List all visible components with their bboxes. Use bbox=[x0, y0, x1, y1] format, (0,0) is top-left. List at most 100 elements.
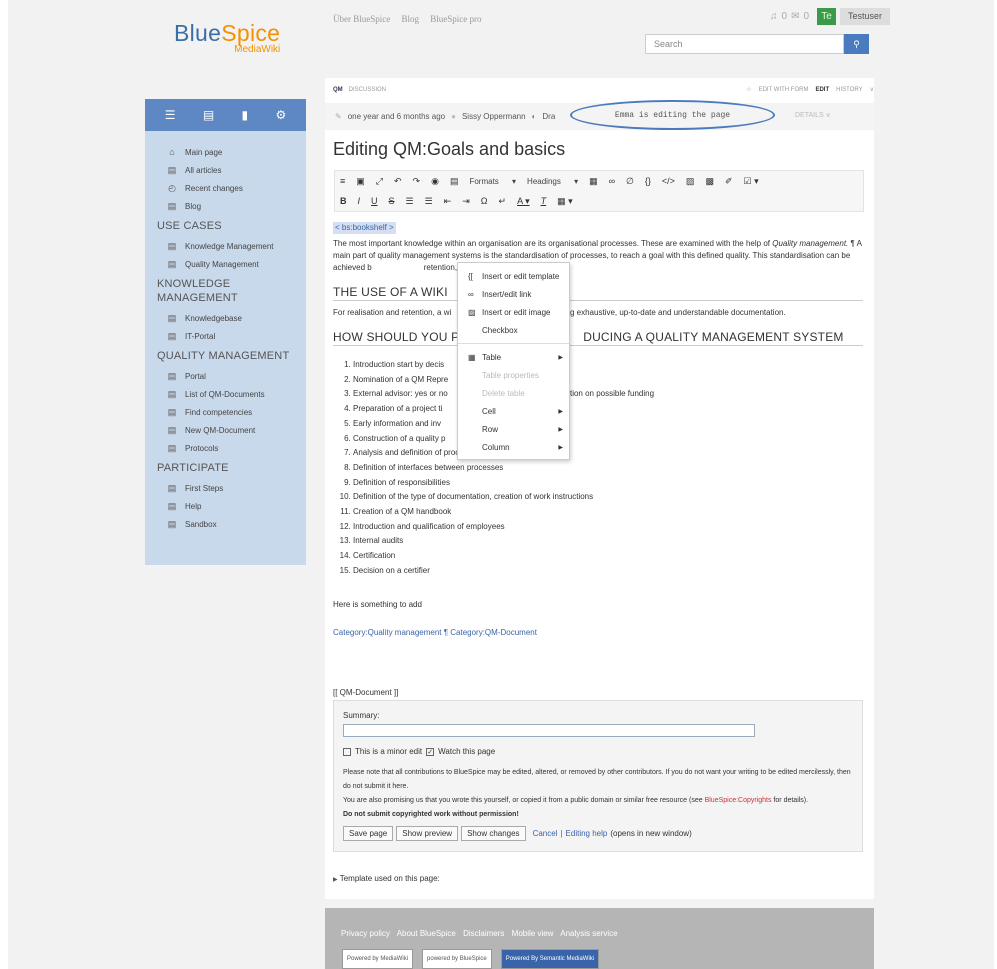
semantic-mediawiki-badge[interactable]: Powered By Semantic MediaWiki bbox=[500, 949, 600, 969]
editor-body[interactable]: < bs:bookshelf > The most important know… bbox=[333, 222, 863, 639]
minor-edit-checkbox[interactable] bbox=[343, 747, 351, 756]
table-icon[interactable]: ▦ ▾ bbox=[557, 196, 573, 207]
save-button[interactable]: Save page bbox=[343, 826, 394, 841]
link-icon[interactable]: ∞ bbox=[609, 176, 615, 186]
numbered-list-icon[interactable]: ☰ bbox=[425, 196, 433, 207]
source-icon[interactable]: ≡ bbox=[340, 176, 345, 186]
topnav-bluespice-pro[interactable]: BlueSpice pro bbox=[430, 14, 481, 24]
sidebar-item[interactable]: ▤ List of QM-Documents bbox=[167, 385, 306, 403]
logo[interactable]: BlueSpice MediaWiki bbox=[174, 20, 280, 55]
checkbox-icon[interactable]: ☑ ▾ bbox=[744, 176, 759, 187]
preview-button[interactable]: Show preview bbox=[396, 826, 459, 841]
cancel-link[interactable]: Cancel bbox=[533, 829, 558, 838]
tab-discussion[interactable]: DISCUSSION bbox=[349, 87, 386, 93]
footer-analysis-link[interactable]: Analysis service bbox=[560, 929, 617, 938]
text-color-icon[interactable]: A ▾ bbox=[517, 196, 530, 207]
username[interactable]: Testuser bbox=[840, 8, 891, 25]
fullscreen-icon[interactable]: ⤢ bbox=[376, 176, 383, 187]
formats-dropdown[interactable]: Formats ▾ bbox=[469, 177, 516, 186]
search-button[interactable]: ⚲ bbox=[844, 34, 869, 54]
bold-icon[interactable]: B bbox=[340, 196, 347, 206]
topnav-blog[interactable]: Blog bbox=[401, 14, 419, 24]
gear-icon[interactable]: ⚙ bbox=[276, 108, 287, 122]
edit-link[interactable]: EDIT bbox=[815, 87, 829, 93]
bluespice-badge[interactable]: powered by BlueSpice bbox=[422, 949, 492, 969]
redo-icon[interactable]: ↷ bbox=[413, 176, 421, 187]
paste-icon[interactable]: ▤ bbox=[450, 176, 459, 187]
sidebar-item[interactable]: ▤ Quality Management bbox=[167, 255, 306, 273]
sidebar-item[interactable]: ◴ Recent changes bbox=[167, 179, 306, 197]
edit-with-form-link[interactable]: EDIT WITH FORM bbox=[759, 87, 809, 93]
status-badge[interactable]: Dra bbox=[542, 112, 555, 121]
line-break-icon[interactable]: ↵ bbox=[499, 196, 507, 207]
sidebar-item[interactable]: ▤ Knowledge Management bbox=[167, 237, 306, 255]
menu-item-cell[interactable]: Cell ▶ bbox=[458, 402, 569, 420]
mail-icon[interactable]: ✉ bbox=[791, 11, 799, 22]
tab-qm[interactable]: QM bbox=[333, 87, 343, 93]
html-icon[interactable]: </> bbox=[662, 176, 675, 186]
history-link[interactable]: HISTORY bbox=[836, 87, 862, 93]
strikethrough-icon[interactable]: S bbox=[389, 196, 395, 206]
last-editor[interactable]: Sissy Oppermann bbox=[462, 112, 526, 121]
book-icon[interactable]: ▮ bbox=[242, 108, 249, 122]
footer-about-link[interactable]: About BlueSpice bbox=[397, 929, 456, 938]
find-icon[interactable]: ◉ bbox=[431, 176, 439, 187]
templates-used-toggle[interactable]: ▶ Template used on this page: bbox=[333, 874, 440, 883]
category-qm-document[interactable]: ¶ Category:QM-Document bbox=[442, 628, 537, 637]
indent-icon[interactable]: ⇥ bbox=[462, 196, 470, 207]
bookshelf-tag[interactable]: < bs:bookshelf > bbox=[333, 222, 396, 234]
menu-item-column[interactable]: Column ▶ bbox=[458, 438, 569, 456]
template-icon[interactable]: ▦ bbox=[589, 176, 598, 187]
menu-icon[interactable]: ☰ bbox=[165, 108, 176, 122]
copyrights-link[interactable]: BlueSpice:Copyrights bbox=[705, 797, 772, 804]
qm-document-template[interactable]: [[ QM-Document ]] bbox=[333, 688, 398, 697]
sidebar-item[interactable]: ▤ Protocols bbox=[167, 439, 306, 457]
image-icon[interactable]: ▨ bbox=[686, 176, 695, 187]
avatar[interactable]: Te bbox=[817, 8, 837, 25]
show-changes-button[interactable]: Show changes bbox=[461, 826, 526, 841]
footer-disclaimers-link[interactable]: Disclaimers bbox=[463, 929, 504, 938]
footer-mobile-link[interactable]: Mobile view bbox=[512, 929, 554, 938]
sidebar-item[interactable]: ▤ First Steps bbox=[167, 479, 306, 497]
save-icon[interactable]: ▣ bbox=[356, 176, 365, 187]
clipboard-icon[interactable]: ▤ bbox=[203, 108, 214, 122]
media-icon[interactable]: ▩ bbox=[705, 176, 714, 187]
menu-item-insert-link[interactable]: ∞ Insert/edit link bbox=[458, 285, 569, 303]
outdent-icon[interactable]: ⇤ bbox=[444, 196, 452, 207]
italic-icon[interactable]: I bbox=[358, 196, 361, 206]
sidebar-item[interactable]: ▤ All articles bbox=[167, 161, 306, 179]
sidebar-item[interactable]: ▤ Knowledgebase bbox=[167, 309, 306, 327]
chevron-down-icon[interactable]: ∨ bbox=[870, 87, 874, 93]
sidebar-item[interactable]: ▤ Blog bbox=[167, 197, 306, 215]
bell-icon[interactable]: ♫ bbox=[770, 11, 778, 22]
underline-icon[interactable]: U bbox=[371, 196, 378, 206]
category-quality-management[interactable]: Category:Quality management bbox=[333, 628, 442, 637]
menu-item-table[interactable]: ▦ Table ▶ bbox=[458, 348, 569, 366]
last-edited-time[interactable]: one year and 6 months ago bbox=[348, 112, 445, 121]
menu-item-checkbox[interactable]: Checkbox bbox=[458, 321, 569, 339]
special-char-icon[interactable]: Ω bbox=[481, 196, 488, 206]
bullet-list-icon[interactable]: ☰ bbox=[406, 196, 414, 207]
footer-privacy-link[interactable]: Privacy policy bbox=[341, 929, 390, 938]
sidebar-item[interactable]: ▤ Portal bbox=[167, 367, 306, 385]
clear-format-icon[interactable]: T bbox=[541, 196, 547, 206]
watch-page-checkbox[interactable]: ✓ bbox=[426, 747, 435, 756]
search-input[interactable]: Search bbox=[645, 34, 844, 54]
summary-input[interactable] bbox=[343, 724, 755, 737]
menu-item-insert-image[interactable]: ▨ Insert or edit image bbox=[458, 303, 569, 321]
sidebar-item[interactable]: ▤ Sandbox bbox=[167, 515, 306, 533]
unlink-icon[interactable]: ∅ bbox=[626, 176, 634, 187]
editing-help-link[interactable]: Editing help bbox=[566, 829, 608, 838]
menu-item-insert-template[interactable]: {[Insert or edit template bbox=[458, 267, 569, 285]
code-icon[interactable]: {} bbox=[645, 176, 651, 186]
menu-item-row[interactable]: Row ▶ bbox=[458, 420, 569, 438]
brush-icon[interactable]: ✐ bbox=[725, 176, 733, 187]
star-icon[interactable]: ☆ bbox=[746, 87, 751, 93]
sidebar-item[interactable]: ▤ IT-Portal bbox=[167, 327, 306, 345]
sidebar-item[interactable]: ▤ Help bbox=[167, 497, 306, 515]
mediawiki-badge[interactable]: Powered by MediaWiki bbox=[342, 949, 414, 969]
details-toggle[interactable]: DETAILS ∨ bbox=[795, 111, 997, 119]
headings-dropdown[interactable]: Headings ▾ bbox=[527, 177, 578, 186]
sidebar-item[interactable]: ▤ Find competencies bbox=[167, 403, 306, 421]
sidebar-item[interactable]: ⌂ Main page bbox=[167, 143, 306, 161]
